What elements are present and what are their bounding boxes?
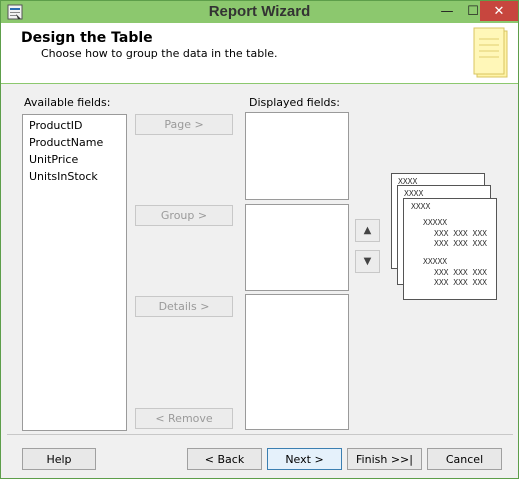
remove-button[interactable]: < Remove (135, 408, 233, 429)
preview-group-header: XXXXX (423, 218, 448, 227)
available-fields-label: Available fields: (24, 96, 111, 109)
page-fields-list[interactable] (245, 112, 349, 200)
list-item[interactable]: UnitsInStock (29, 170, 98, 183)
page-button[interactable]: Page > (135, 114, 233, 135)
footer-separator (7, 434, 513, 435)
preview-page-front: XXXX XXXXX XXX XXX XXX XXX XXX XXX XXXXX… (403, 198, 497, 300)
preview-page-header: XXXX (411, 202, 431, 211)
displayed-fields-label: Displayed fields: (249, 96, 340, 109)
page-title: Design the Table (21, 30, 153, 46)
preview-group-header: XXXXX (423, 257, 448, 266)
details-button[interactable]: Details > (135, 296, 233, 317)
cancel-button[interactable]: Cancel (427, 448, 502, 470)
preview-detail-row: XXX XXX XXX (434, 239, 487, 248)
list-item[interactable]: ProductName (29, 136, 103, 149)
move-down-button[interactable]: ▼ (355, 250, 380, 273)
list-item[interactable]: UnitPrice (29, 153, 78, 166)
wizard-header: Design the Table Choose how to group the… (1, 23, 518, 84)
group-fields-list[interactable] (245, 204, 349, 291)
details-fields-list[interactable] (245, 294, 349, 430)
available-fields-list[interactable]: ProductID ProductName UnitPrice UnitsInS… (22, 114, 127, 431)
help-button[interactable]: Help (22, 448, 96, 470)
minimize-button[interactable]: — (434, 1, 460, 21)
back-button[interactable]: < Back (187, 448, 262, 470)
list-item[interactable]: ProductID (29, 119, 82, 132)
page-subtitle: Choose how to group the data in the tabl… (41, 47, 278, 60)
notepad-icon (473, 27, 508, 78)
preview-detail-row: XXX XXX XXX (434, 278, 487, 287)
next-button[interactable]: Next > (267, 448, 342, 470)
close-button[interactable]: ✕ (480, 1, 518, 21)
finish-button[interactable]: Finish >>| (347, 448, 422, 470)
move-up-button[interactable]: ▲ (355, 219, 380, 242)
title-bar[interactable]: Report Wizard — ☐ ✕ (1, 1, 518, 23)
report-wizard-window: Report Wizard — ☐ ✕ Design the Table Cho… (0, 0, 519, 479)
group-button[interactable]: Group > (135, 205, 233, 226)
